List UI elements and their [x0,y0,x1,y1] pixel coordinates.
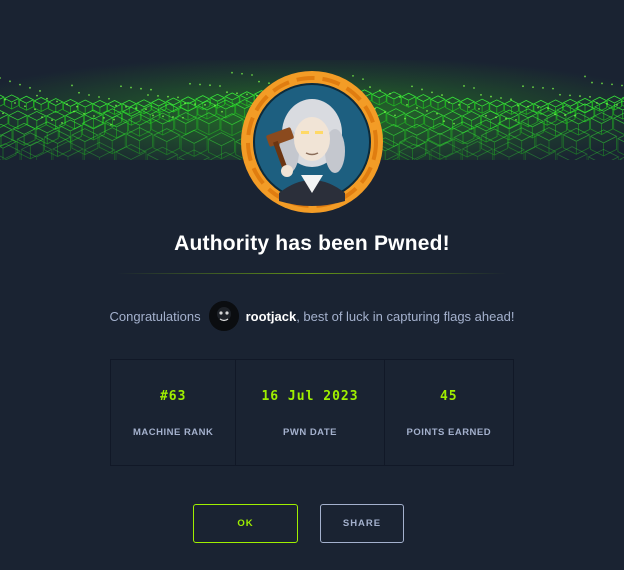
stat-label: PWN DATE [283,427,337,438]
stat-points-earned: 45 POINTS EARNED [385,360,513,465]
username[interactable]: rootjack [246,309,297,324]
share-button[interactable]: SHARE [320,504,404,543]
congrats-suffix: , best of luck in capturing flags ahead! [296,308,515,324]
stat-value: 16 Jul 2023 [261,389,359,404]
judge-gavel-icon [246,76,378,208]
page-title: Authority has been Pwned! [174,232,450,255]
machine-avatar [241,71,383,213]
congrats-prefix: Congratulations [109,308,201,324]
stat-label: POINTS EARNED [406,427,492,438]
stat-value: 45 [439,389,458,404]
stats-panel: #63 MACHINE RANK 16 Jul 2023 PWN DATE 45… [110,359,514,466]
stat-label: MACHINE RANK [132,427,214,438]
stat-value: #63 [159,389,187,404]
stat-pwn-date: 16 Jul 2023 PWN DATE [236,360,385,465]
congrats-message: Congratulations rootjack , best of luck … [0,300,624,332]
divider [117,273,507,274]
stat-machine-rank: #63 MACHINE RANK [111,360,237,465]
user-avatar[interactable] [208,301,239,331]
user-avatar-icon [208,301,239,331]
ok-button[interactable]: OK [193,504,298,543]
